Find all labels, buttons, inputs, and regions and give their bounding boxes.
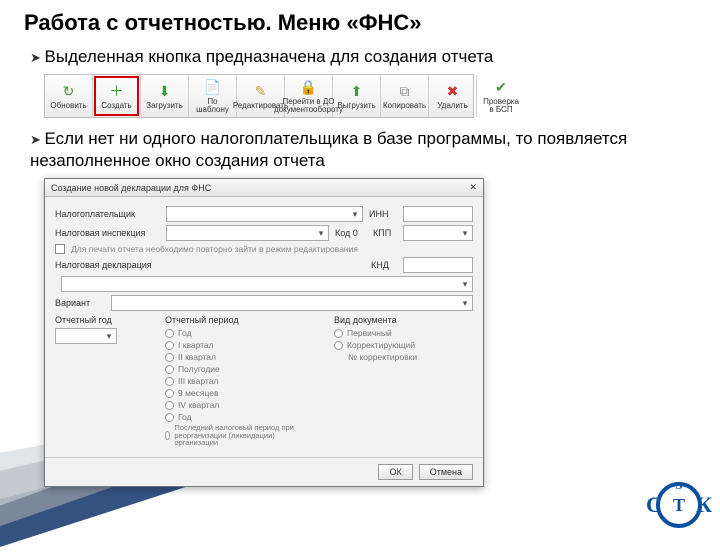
radio-icon [165, 431, 170, 440]
kpp-select[interactable]: ▾ [403, 225, 473, 241]
variant-select[interactable]: ▾ [111, 295, 473, 311]
doctype-option[interactable]: Первичный [334, 328, 473, 338]
page-title: Работа с отчетностью. Меню «ФНС» [24, 10, 704, 36]
knd-field[interactable] [403, 257, 473, 273]
radio-icon [165, 341, 174, 350]
radio-icon [165, 401, 174, 410]
payer-select[interactable]: ▾ [166, 206, 363, 222]
copy-button[interactable]: ⧉ Копировать [381, 75, 429, 117]
inspection-select[interactable]: ▾ [166, 225, 329, 241]
label-doctype: Вид документа [334, 315, 473, 325]
tosend-button[interactable]: 🔒Перейти в ДО документообороту [285, 75, 333, 117]
toolbar-label: Выгрузить [337, 102, 375, 110]
delete-button[interactable]: ✖ Удалить [429, 75, 477, 117]
dialog-title: Создание новой декларации для ФНС [51, 183, 211, 193]
tosend-icon: 🔒 [300, 78, 318, 96]
period-option[interactable]: Последний налоговый период при реорганиз… [165, 424, 304, 447]
option-label: IV квартал [178, 400, 219, 410]
upload-icon: ⬆ [348, 82, 366, 100]
option-label: II квартал [178, 352, 216, 362]
period-option[interactable]: III квартал [165, 376, 304, 386]
toolbar-label: Копировать [383, 102, 426, 110]
toolbar-label: Удалить [437, 102, 468, 110]
option-label: Полугодие [178, 364, 220, 374]
doctype-option[interactable]: Корректирующий [334, 340, 473, 350]
logo: СТК Э [656, 482, 702, 528]
year-select[interactable]: ▾ [55, 328, 117, 344]
copy-icon: ⧉ [396, 82, 414, 100]
radio-icon [165, 389, 174, 398]
edit-icon: ✎ [252, 82, 270, 100]
period-option[interactable]: Полугодие [165, 364, 304, 374]
radio-icon [165, 353, 174, 362]
create-declaration-dialog: Создание новой декларации для ФНС ✕ Нало… [44, 178, 484, 487]
option-label: № корректировки [348, 352, 417, 362]
toolbar-label: Загрузить [146, 102, 183, 110]
bullet-1: Выделенная кнопка предназначена для созд… [30, 46, 704, 68]
label-knd: КНД [371, 260, 397, 270]
option-label: Год [178, 328, 192, 338]
instruction-text: Для печати отчета необходимо повторно за… [71, 244, 358, 254]
bullet-2: Если нет ни одного налогоплательщика в б… [30, 128, 704, 172]
radio-icon [165, 413, 174, 422]
chevron-down-icon: ▾ [460, 298, 470, 308]
option-label: I квартал [178, 340, 214, 350]
option-label: Последний налоговый период при реорганиз… [174, 424, 304, 447]
period-option[interactable]: II квартал [165, 352, 304, 362]
label-variant: Вариант [55, 298, 105, 308]
cancel-button[interactable]: Отмена [419, 464, 473, 480]
fromtpl-icon: 📄 [204, 78, 222, 96]
chevron-down-icon: ▾ [350, 209, 360, 219]
chevron-down-icon: ▾ [316, 228, 326, 238]
declaration-select[interactable]: ▾ [61, 276, 473, 292]
upload-button[interactable]: ⬆ Выгрузить [333, 75, 381, 117]
option-label: Корректирующий [347, 340, 415, 350]
close-icon[interactable]: ✕ [469, 182, 477, 193]
inn-field[interactable] [403, 206, 473, 222]
delete-icon: ✖ [444, 82, 462, 100]
option-label: Первичный [347, 328, 392, 338]
option-label: 9 месяцев [178, 388, 219, 398]
label-year: Отчетный год [55, 315, 135, 325]
label-payer: Налогоплательщик [55, 209, 160, 219]
doctype-option: № корректировки [334, 352, 473, 362]
toolbar-label: Проверка в БСП [483, 98, 519, 114]
chevron-down-icon: ▾ [460, 228, 470, 238]
label-code: Код 0 [335, 228, 367, 238]
radio-icon [334, 341, 343, 350]
load-icon: ⬇ [156, 82, 174, 100]
highlight-box [94, 76, 139, 116]
period-option[interactable]: IV квартал [165, 400, 304, 410]
radio-icon [334, 329, 343, 338]
option-label: III квартал [178, 376, 218, 386]
create-button[interactable]: ＋Создать [93, 75, 141, 117]
toolbar-label: По шаблону [195, 98, 230, 114]
refresh-button[interactable]: ↻ Обновить [45, 75, 93, 117]
toolbar: ↻Обновить＋Создать⬇Загрузить📄По шаблону✎Р… [44, 74, 474, 118]
label-kpp: КПП [373, 228, 397, 238]
radio-icon [165, 329, 174, 338]
checkbsp-icon: ✔ [492, 78, 510, 96]
period-option[interactable]: 9 месяцев [165, 388, 304, 398]
period-option[interactable]: Год [165, 412, 304, 422]
fromtpl-button[interactable]: 📄 По шаблону [189, 75, 237, 117]
print-checkbox[interactable] [55, 244, 65, 254]
label-period: Отчетный период [165, 315, 304, 325]
ok-button[interactable]: ОК [378, 464, 412, 480]
radio-icon [165, 365, 174, 374]
label-inspection: Налоговая инспекция [55, 228, 160, 238]
option-label: Год [178, 412, 192, 422]
chevron-down-icon: ▾ [104, 331, 114, 341]
radio-icon [165, 377, 174, 386]
period-option[interactable]: Год [165, 328, 304, 338]
chevron-down-icon: ▾ [460, 279, 470, 289]
label-inn: ИНН [369, 209, 397, 219]
label-declaration: Налоговая декларация [55, 260, 160, 270]
refresh-icon: ↻ [60, 82, 78, 100]
checkbsp-button[interactable]: ✔ Проверка в БСП [477, 75, 525, 117]
load-button[interactable]: ⬇ Загрузить [141, 75, 189, 117]
period-option[interactable]: I квартал [165, 340, 304, 350]
toolbar-label: Обновить [50, 102, 86, 110]
